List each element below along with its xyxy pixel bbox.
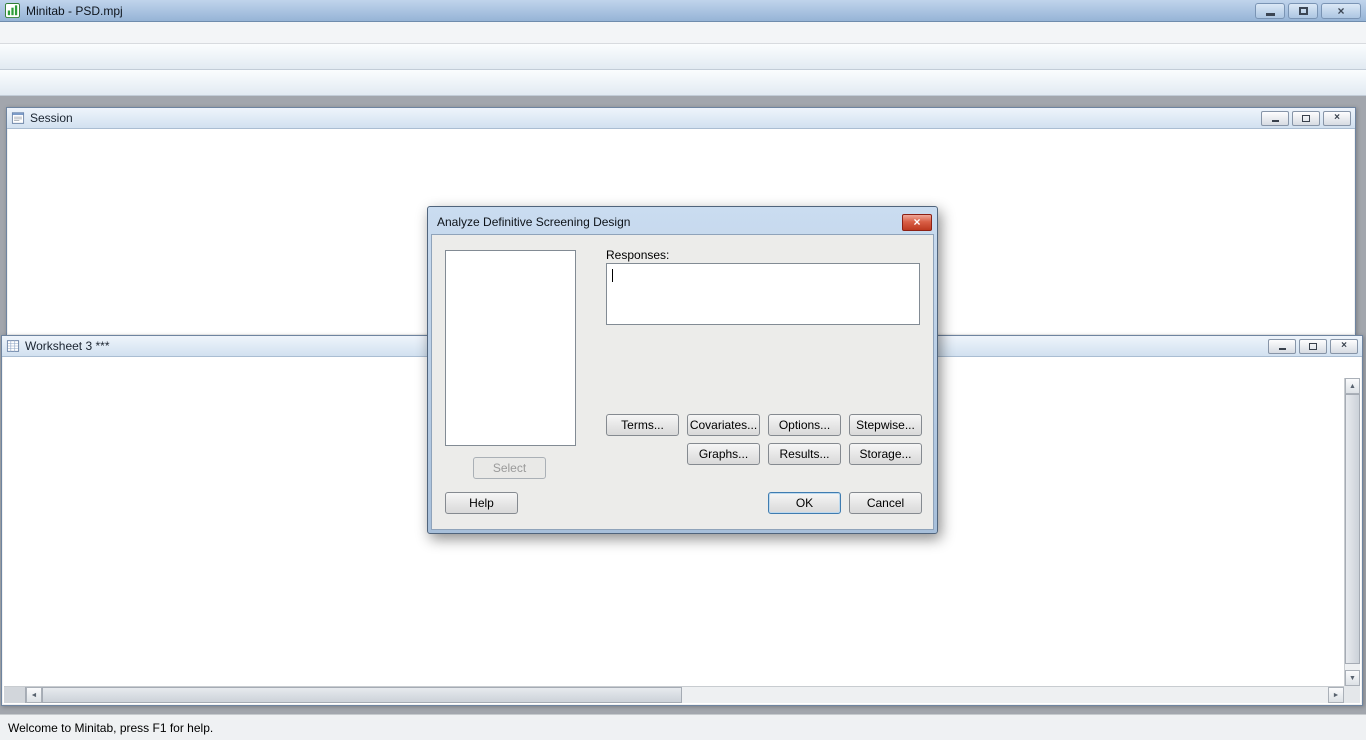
window-maximize-button[interactable] bbox=[1288, 3, 1318, 19]
analyze-dsd-dialog: Analyze Definitive Screening Design × Se… bbox=[427, 206, 938, 534]
session-window-icon bbox=[11, 111, 25, 125]
window-caption-buttons: × bbox=[1255, 3, 1361, 19]
session-close-button[interactable]: × bbox=[1323, 111, 1351, 126]
horizontal-scrollbar[interactable]: ◄ ► bbox=[4, 686, 1344, 703]
results-button[interactable]: Results... bbox=[768, 443, 841, 465]
dialog-body: Select Responses: Terms... Covariates...… bbox=[431, 234, 934, 530]
vertical-scrollbar[interactable]: ▲ ▼ bbox=[1344, 378, 1360, 686]
session-maximize-button[interactable] bbox=[1292, 111, 1320, 126]
close-icon: × bbox=[1341, 341, 1347, 351]
dialog-titlebar[interactable]: Analyze Definitive Screening Design × bbox=[431, 210, 934, 234]
worksheet-close-button[interactable]: × bbox=[1330, 339, 1358, 354]
ok-button[interactable]: OK bbox=[768, 492, 841, 514]
responses-label: Responses: bbox=[606, 248, 669, 262]
minitab-logo-icon bbox=[5, 3, 20, 18]
close-icon: × bbox=[1337, 5, 1344, 17]
variables-listbox[interactable] bbox=[445, 250, 576, 446]
text-caret bbox=[612, 269, 613, 282]
options-button[interactable]: Options... bbox=[768, 414, 841, 436]
select-button[interactable]: Select bbox=[473, 457, 546, 479]
minimize-icon bbox=[1266, 13, 1275, 16]
scroll-left-button[interactable]: ◄ bbox=[26, 687, 42, 703]
maximize-icon bbox=[1299, 7, 1308, 15]
scroll-down-button[interactable]: ▼ bbox=[1345, 670, 1360, 686]
covariates-button[interactable]: Covariates... bbox=[687, 414, 760, 436]
worksheet-split-box[interactable] bbox=[4, 687, 26, 703]
session-titlebar[interactable]: Session × bbox=[7, 108, 1355, 129]
maximize-icon bbox=[1309, 343, 1317, 350]
session-minimize-button[interactable] bbox=[1261, 111, 1289, 126]
worksheet-maximize-button[interactable] bbox=[1299, 339, 1327, 354]
terms-button[interactable]: Terms... bbox=[606, 414, 679, 436]
graphs-button[interactable]: Graphs... bbox=[687, 443, 760, 465]
horizontal-scroll-track[interactable] bbox=[682, 687, 1328, 703]
dialog-title: Analyze Definitive Screening Design bbox=[437, 215, 630, 229]
worksheet-caption-buttons: × bbox=[1268, 339, 1358, 354]
dialog-close-button[interactable]: × bbox=[902, 214, 932, 231]
close-icon: × bbox=[913, 216, 920, 228]
worksheet-window-icon bbox=[6, 339, 20, 353]
menu-bar bbox=[0, 22, 1366, 44]
session-title: Session bbox=[30, 111, 73, 125]
window-titlebar[interactable]: Minitab - PSD.mpj × bbox=[0, 0, 1366, 22]
scroll-right-button[interactable]: ► bbox=[1328, 687, 1344, 703]
close-icon: × bbox=[1334, 113, 1340, 123]
cancel-button[interactable]: Cancel bbox=[849, 492, 922, 514]
window-title: Minitab - PSD.mpj bbox=[26, 4, 123, 18]
status-text: Welcome to Minitab, press F1 for help. bbox=[8, 721, 213, 735]
scrollbar-corner bbox=[1344, 686, 1360, 703]
minitab-application: { "titlebar": { "title": "Minitab - PSD.… bbox=[0, 0, 1366, 740]
minimize-icon bbox=[1279, 348, 1286, 350]
scroll-up-button[interactable]: ▲ bbox=[1345, 378, 1360, 394]
session-caption-buttons: × bbox=[1261, 111, 1351, 126]
window-close-button[interactable]: × bbox=[1321, 3, 1361, 19]
horizontal-scroll-thumb[interactable] bbox=[42, 687, 682, 703]
graph-editing-toolbar bbox=[0, 70, 1366, 96]
vertical-scroll-thumb[interactable] bbox=[1345, 394, 1360, 664]
window-minimize-button[interactable] bbox=[1255, 3, 1285, 19]
help-button[interactable]: Help bbox=[445, 492, 518, 514]
workspace: Session × Worksheet 3 *** × ▲ bbox=[0, 97, 1366, 714]
responses-input[interactable] bbox=[606, 263, 920, 325]
minimize-icon bbox=[1272, 120, 1279, 122]
worksheet-title: Worksheet 3 *** bbox=[25, 339, 110, 353]
standard-toolbar bbox=[0, 44, 1366, 70]
maximize-icon bbox=[1302, 115, 1310, 122]
stepwise-button[interactable]: Stepwise... bbox=[849, 414, 922, 436]
status-bar: Welcome to Minitab, press F1 for help. bbox=[0, 714, 1366, 740]
storage-button[interactable]: Storage... bbox=[849, 443, 922, 465]
worksheet-minimize-button[interactable] bbox=[1268, 339, 1296, 354]
